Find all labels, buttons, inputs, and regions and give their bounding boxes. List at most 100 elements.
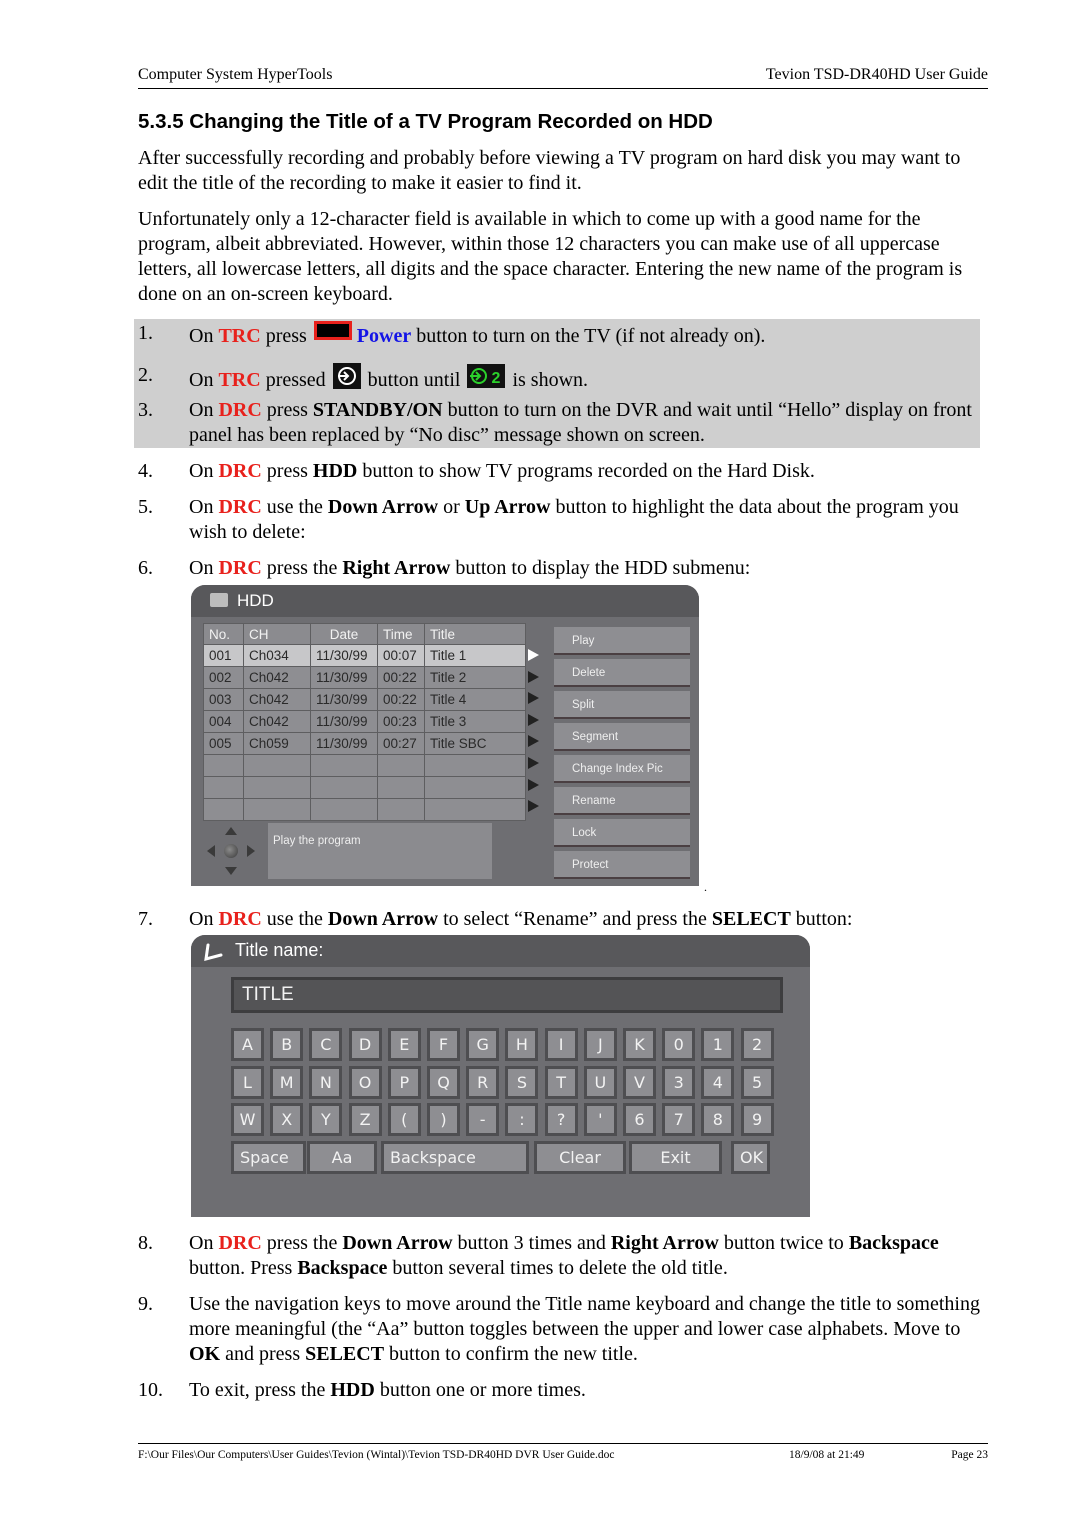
- recording-cell: 003: [203, 688, 244, 711]
- key-2-4[interactable]: (: [387, 1103, 421, 1136]
- col-ch: CH: [243, 623, 311, 645]
- constraint-paragraph: Unfortunately only a 12-character field …: [138, 208, 963, 305]
- key-2-9[interactable]: ': [583, 1103, 617, 1136]
- remote-label: DRC: [218, 460, 262, 482]
- key-1-1[interactable]: M: [270, 1065, 304, 1099]
- key-2-7[interactable]: :: [505, 1103, 539, 1136]
- key-2-1[interactable]: X: [270, 1103, 304, 1136]
- key-1-8[interactable]: T: [544, 1065, 578, 1099]
- key-ok[interactable]: OK: [731, 1140, 770, 1174]
- key-1-6[interactable]: R: [466, 1065, 500, 1099]
- key-0-0[interactable]: A: [231, 1028, 264, 1061]
- key-2-10[interactable]: 6: [623, 1103, 656, 1136]
- key-0-13[interactable]: 2: [740, 1028, 774, 1061]
- key-backspace[interactable]: Backspace: [381, 1140, 529, 1174]
- recordings-table: No. CH Date Time Title 001 Ch034 11/30/99 0…: [203, 623, 526, 821]
- key-exit[interactable]: Exit: [629, 1140, 722, 1174]
- submenu-change-index-pic[interactable]: Change Index Pic: [554, 755, 690, 783]
- recording-cell: Ch042: [243, 710, 311, 733]
- row-arrow-icon: [528, 713, 539, 726]
- recording-cell: [310, 754, 378, 777]
- recording-row[interactable]: [203, 776, 526, 799]
- key-0-7[interactable]: H: [505, 1028, 539, 1061]
- key-2-3[interactable]: Z: [348, 1103, 382, 1136]
- stray-dot: .: [704, 880, 707, 894]
- recording-row[interactable]: [203, 798, 526, 821]
- recording-cell: Title 4: [424, 688, 526, 711]
- hdd-icon: [210, 593, 228, 607]
- submenu-play[interactable]: Play: [554, 627, 690, 655]
- key-0-6[interactable]: G: [466, 1028, 500, 1061]
- key-2-11[interactable]: 7: [662, 1103, 696, 1136]
- key-1-10[interactable]: V: [623, 1065, 656, 1099]
- footer-page-number: Page 23: [951, 1449, 988, 1461]
- header-left: Computer System HyperTools: [138, 66, 333, 83]
- recording-cell: 00:07: [377, 644, 425, 667]
- page-header: Computer System HyperTools Tevion TSD-DR…: [138, 66, 988, 89]
- submenu-split[interactable]: Split: [554, 691, 690, 719]
- keyboard-title: Title name:: [235, 940, 324, 960]
- recording-cell: Title SBC: [424, 732, 526, 755]
- key-1-5[interactable]: Q: [427, 1065, 460, 1099]
- recording-cell: [310, 798, 378, 821]
- submenu-rename[interactable]: Rename: [554, 787, 690, 815]
- remote-label: DRC: [218, 399, 262, 421]
- key-0-4[interactable]: E: [387, 1028, 421, 1061]
- key-1-11[interactable]: 3: [662, 1065, 696, 1099]
- submenu-protect[interactable]: Protect: [554, 851, 690, 879]
- key-1-7[interactable]: S: [505, 1065, 539, 1099]
- key-1-13[interactable]: 5: [740, 1065, 774, 1099]
- recording-row[interactable]: 003 Ch042 11/30/99 00:22 Title 4: [203, 688, 526, 711]
- submenu-segment[interactable]: Segment: [554, 723, 690, 751]
- recording-row[interactable]: [203, 754, 526, 777]
- remote-label: DRC: [218, 496, 262, 518]
- key-0-9[interactable]: J: [583, 1028, 617, 1061]
- remote-label: DRC: [218, 557, 262, 579]
- key-0-2[interactable]: C: [309, 1028, 343, 1061]
- key-0-12[interactable]: 1: [701, 1028, 735, 1061]
- recording-cell: Title 2: [424, 666, 526, 689]
- key-2-0[interactable]: W: [231, 1103, 264, 1136]
- key-2-5[interactable]: ): [427, 1103, 460, 1136]
- submenu-delete[interactable]: Delete: [554, 659, 690, 687]
- recording-cell: [424, 754, 526, 777]
- key-1-0[interactable]: L: [231, 1065, 264, 1099]
- key-0-11[interactable]: 0: [662, 1028, 696, 1061]
- recording-cell: [424, 798, 526, 821]
- key-clear[interactable]: Clear: [534, 1140, 626, 1174]
- recording-cell: Ch042: [243, 688, 311, 711]
- key-2-6[interactable]: -: [466, 1103, 500, 1136]
- recording-cell: 11/30/99: [310, 732, 378, 755]
- checkmark-icon: [204, 943, 223, 962]
- remote-label: TRC: [218, 325, 261, 347]
- key-2-8[interactable]: ?: [544, 1103, 578, 1136]
- recording-row[interactable]: 004 Ch042 11/30/99 00:23 Title 3: [203, 710, 526, 733]
- key-0-1[interactable]: B: [270, 1028, 304, 1061]
- key-2-13[interactable]: 9: [740, 1103, 774, 1136]
- source-2-indicator-icon: 2: [467, 364, 506, 388]
- submenu-lock[interactable]: Lock: [554, 819, 690, 847]
- key-0-3[interactable]: D: [348, 1028, 382, 1061]
- recording-cell: [377, 798, 425, 821]
- keyboard-title-bar: Title name:: [191, 935, 810, 967]
- recording-row[interactable]: 001 Ch034 11/30/99 00:07 Title 1: [203, 644, 526, 667]
- hdd-title: HDD: [237, 591, 274, 610]
- key-0-5[interactable]: F: [427, 1028, 460, 1061]
- key-0-8[interactable]: I: [544, 1028, 578, 1061]
- recording-cell: [377, 776, 425, 799]
- key-1-3[interactable]: O: [348, 1065, 382, 1099]
- key-1-12[interactable]: 4: [701, 1065, 735, 1099]
- key-aa[interactable]: Aa: [307, 1140, 377, 1174]
- recording-row[interactable]: 005 Ch059 11/30/99 00:27 Title SBC: [203, 732, 526, 755]
- recording-row[interactable]: 002 Ch042 11/30/99 00:22 Title 2: [203, 666, 526, 689]
- key-1-9[interactable]: U: [583, 1065, 617, 1099]
- key-space[interactable]: Space: [231, 1140, 306, 1174]
- key-1-4[interactable]: P: [387, 1065, 421, 1099]
- key-1-2[interactable]: N: [309, 1065, 343, 1099]
- key-2-2[interactable]: Y: [309, 1103, 343, 1136]
- title-name-field[interactable]: TITLE: [231, 977, 783, 1013]
- key-2-12[interactable]: 8: [701, 1103, 735, 1136]
- dpad-icon: [205, 825, 257, 877]
- hdd-screenshot: HDD No. CH Date Time Title 001 Ch034 11/30…: [191, 585, 699, 886]
- key-0-10[interactable]: K: [623, 1028, 656, 1061]
